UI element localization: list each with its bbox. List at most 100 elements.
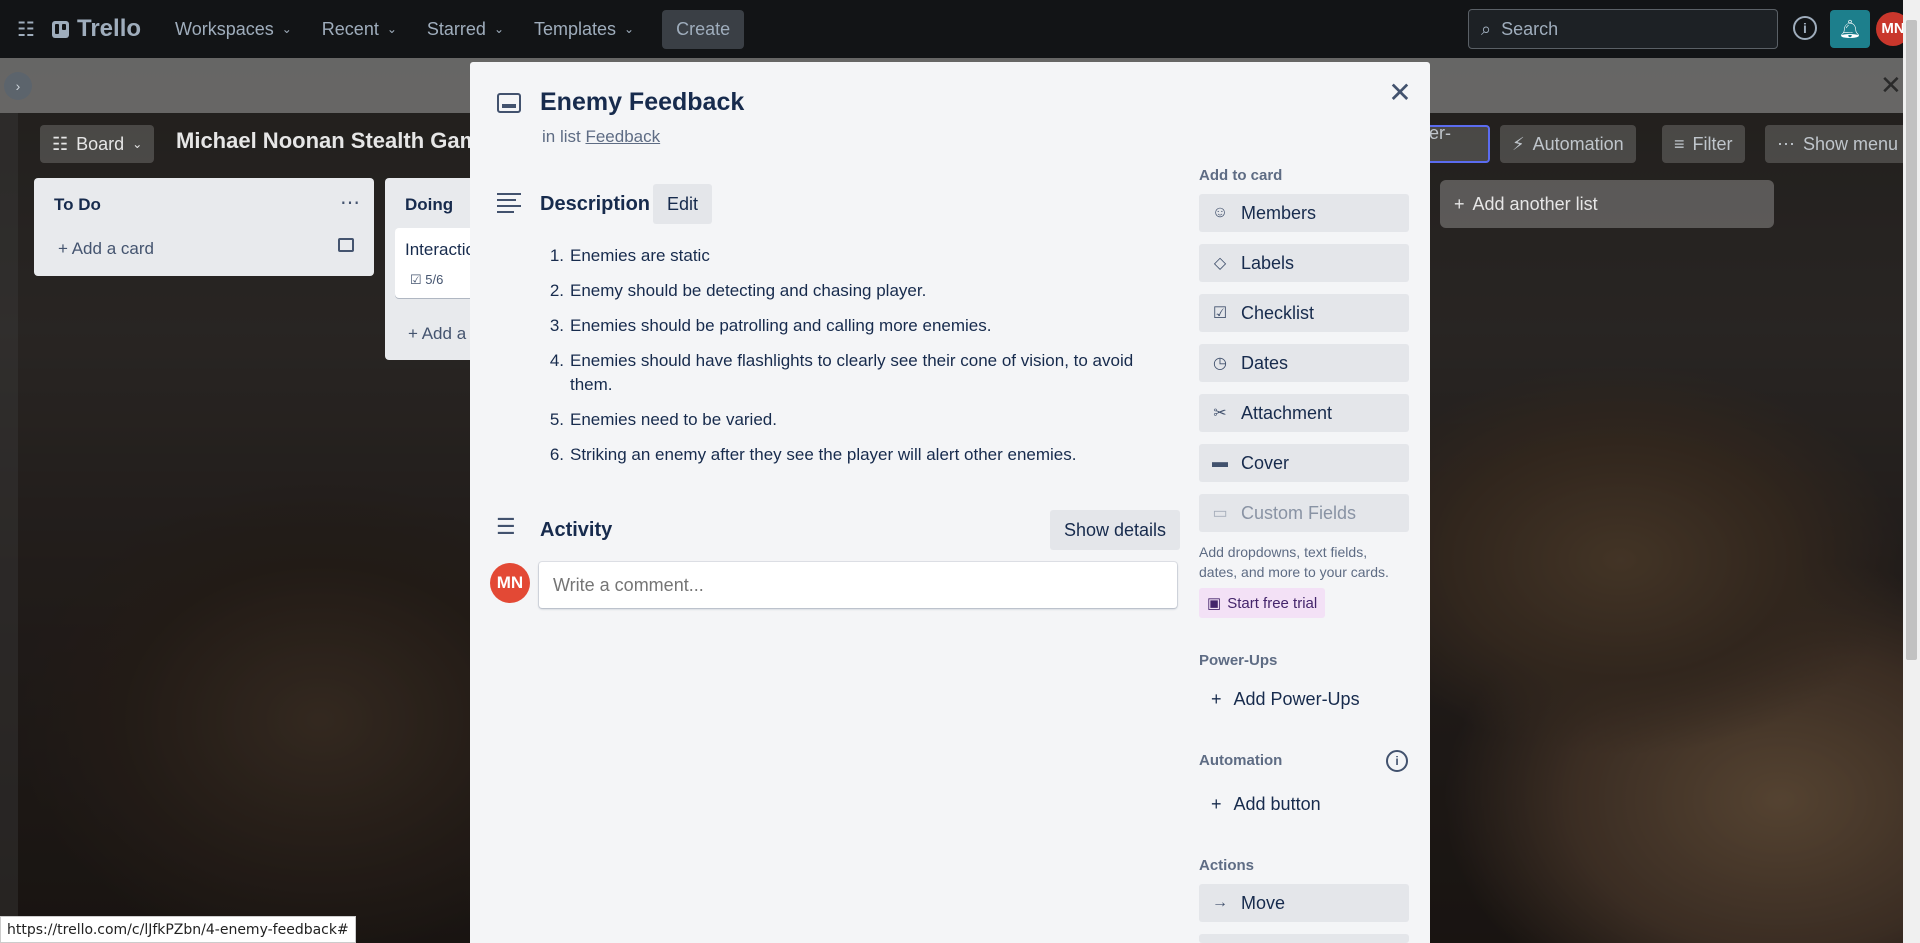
dates-button[interactable]: ◷ Dates xyxy=(1199,344,1409,382)
close-icon[interactable]: ✕ xyxy=(1880,70,1902,101)
cover-label: Cover xyxy=(1241,452,1290,473)
edit-description-button[interactable]: Edit xyxy=(653,184,713,224)
info-icon[interactable]: i xyxy=(1386,750,1408,772)
item-text: Enemy should be detecting and chasing pl… xyxy=(570,281,927,300)
item-number: 2. xyxy=(549,281,564,300)
labels-button[interactable]: ◇ Labels xyxy=(1199,244,1409,282)
description-heading: Description xyxy=(540,193,651,215)
close-icon[interactable]: ✕ xyxy=(1388,76,1412,109)
attachment-button[interactable]: ✂ Attachment xyxy=(1199,394,1409,432)
add-card-button[interactable]: + Add a card xyxy=(58,239,154,259)
board-view-button[interactable]: ☷ Board ⌄ xyxy=(40,125,155,163)
show-details-button[interactable]: Show details xyxy=(1050,510,1181,550)
chevron-down-icon: ⌄ xyxy=(281,22,292,36)
nav-workspaces[interactable]: Workspaces ⌄ xyxy=(163,11,304,48)
card-title[interactable]: Enemy Feedback xyxy=(540,88,744,117)
list-item: 1. Enemies are static xyxy=(540,244,1160,268)
activity-heading: Activity xyxy=(540,519,613,541)
custom-fields-icon: ▭ xyxy=(1212,505,1228,522)
status-bar-url: https://trello.com/c/lJfkPZbn/4-enemy-fe… xyxy=(0,916,356,943)
search-icon: ⌕ xyxy=(1481,18,1492,39)
item-text: Enemies should be patrolling and calling… xyxy=(570,316,992,335)
item-number: 1. xyxy=(549,246,564,265)
checklist-button[interactable]: ☑ Checklist xyxy=(1199,294,1409,332)
actions-section-label: Actions xyxy=(1199,857,1255,874)
custom-fields-note: Add dropdowns, text fields, dates, and m… xyxy=(1199,544,1389,580)
description-list[interactable]: 1. Enemies are static 2. Enemy should be d… xyxy=(540,244,1160,478)
item-text: Enemies are static xyxy=(570,246,710,265)
chevron-down-icon: ⌄ xyxy=(624,22,635,36)
add-powerups-button[interactable]: + Add Power-Ups xyxy=(1199,680,1360,718)
scrollbar-thumb[interactable] xyxy=(1906,20,1917,660)
nav-starred[interactable]: Starred ⌄ xyxy=(415,11,516,48)
list-item: 2. Enemy should be detecting and chasing … xyxy=(540,279,1160,303)
board-view-icon: ☷ xyxy=(52,133,69,154)
add-powerups-label: Add Power-Ups xyxy=(1233,688,1360,709)
brand-name: Trello xyxy=(77,15,142,42)
search-placeholder: Search xyxy=(1501,18,1559,39)
cover-button[interactable]: ▬ Cover xyxy=(1199,444,1409,482)
person-icon: ☺ xyxy=(1211,204,1229,221)
list-item: 4. Enemies should have flashlights to cle… xyxy=(540,349,1160,397)
nav-recent[interactable]: Recent ⌄ xyxy=(310,11,409,48)
add-automation-button[interactable]: + Add button xyxy=(1199,785,1321,823)
trello-logo[interactable]: Trello xyxy=(52,15,141,43)
trello-board-icon xyxy=(52,20,69,38)
chevron-down-icon: ⌄ xyxy=(132,137,143,151)
members-button[interactable]: ☺ Members xyxy=(1199,194,1409,232)
notifications-bell-icon[interactable]: 🔔︎ xyxy=(1830,10,1870,48)
start-trial-button[interactable]: ▣ Start free trial xyxy=(1199,588,1326,618)
attachment-label: Attachment xyxy=(1241,402,1333,423)
clock-icon: ◷ xyxy=(1213,355,1227,372)
copy-button[interactable] xyxy=(1199,934,1409,943)
add-card-label: Add a card xyxy=(71,239,154,258)
avatar[interactable]: MN xyxy=(490,563,530,603)
custom-fields-button[interactable]: ▭ Custom Fields xyxy=(1199,494,1409,532)
search-input[interactable]: ⌕ Search xyxy=(1468,9,1778,49)
board-title[interactable]: Michael Noonan Stealth Game xyxy=(176,128,491,154)
activity-icon: ☰ xyxy=(496,514,516,539)
powerups-section-label: Power-Ups xyxy=(1199,652,1278,669)
filter-icon: ≡ xyxy=(1674,133,1685,154)
item-text: Enemies should have flashlights to clear… xyxy=(570,351,1134,394)
move-label: Move xyxy=(1241,892,1286,913)
move-button[interactable]: → Move xyxy=(1199,884,1409,922)
template-icon[interactable] xyxy=(338,238,354,252)
item-number: 5. xyxy=(549,410,564,429)
automation-button[interactable]: ⚡︎ Automation xyxy=(1500,125,1636,163)
tag-icon: ◇ xyxy=(1213,255,1227,272)
add-to-card-label: Add to card xyxy=(1199,167,1283,184)
item-number: 6. xyxy=(549,445,564,464)
nav-starred-label: Starred xyxy=(426,18,486,39)
item-number: 4. xyxy=(549,351,564,370)
create-button[interactable]: Create xyxy=(662,9,745,49)
show-menu-label: Show menu xyxy=(1803,133,1899,154)
chevron-right-icon[interactable]: › xyxy=(4,72,32,100)
list-title[interactable]: To Do xyxy=(54,195,101,215)
list-menu-icon[interactable]: ⋯ xyxy=(340,190,360,215)
add-list-label: Add another list xyxy=(1472,193,1598,214)
card-list-info: in list Feedback xyxy=(542,127,660,147)
info-icon[interactable]: i xyxy=(1793,16,1817,40)
in-list-prefix: in list xyxy=(542,127,581,146)
item-number: 3. xyxy=(549,316,564,335)
description-icon xyxy=(497,193,521,217)
comment-input[interactable] xyxy=(539,562,1177,608)
custom-fields-label: Custom Fields xyxy=(1241,502,1357,523)
nav-templates[interactable]: Templates ⌄ xyxy=(522,11,646,48)
item-text: Striking an enemy after they see the pla… xyxy=(570,445,1077,464)
collapsed-sidebar xyxy=(0,113,18,943)
list-title[interactable]: Doing xyxy=(405,195,453,215)
members-label: Members xyxy=(1241,202,1317,223)
filter-button[interactable]: ≡ Filter xyxy=(1662,125,1745,163)
checklist-count: 5/6 xyxy=(425,272,444,287)
list-link[interactable]: Feedback xyxy=(585,127,660,146)
show-menu-button[interactable]: ⋯ Show menu xyxy=(1765,125,1911,163)
add-list-button[interactable]: + Add another list xyxy=(1440,180,1774,228)
checklist-label: Checklist xyxy=(1241,302,1315,323)
start-trial-label: Start free trial xyxy=(1227,594,1318,612)
board-view-label: Board xyxy=(76,133,125,154)
cover-icon: ▬ xyxy=(1212,454,1228,471)
list-item: 5. Enemies need to be varied. xyxy=(540,408,1160,432)
app-switcher-icon[interactable]: ☷ xyxy=(12,17,40,42)
